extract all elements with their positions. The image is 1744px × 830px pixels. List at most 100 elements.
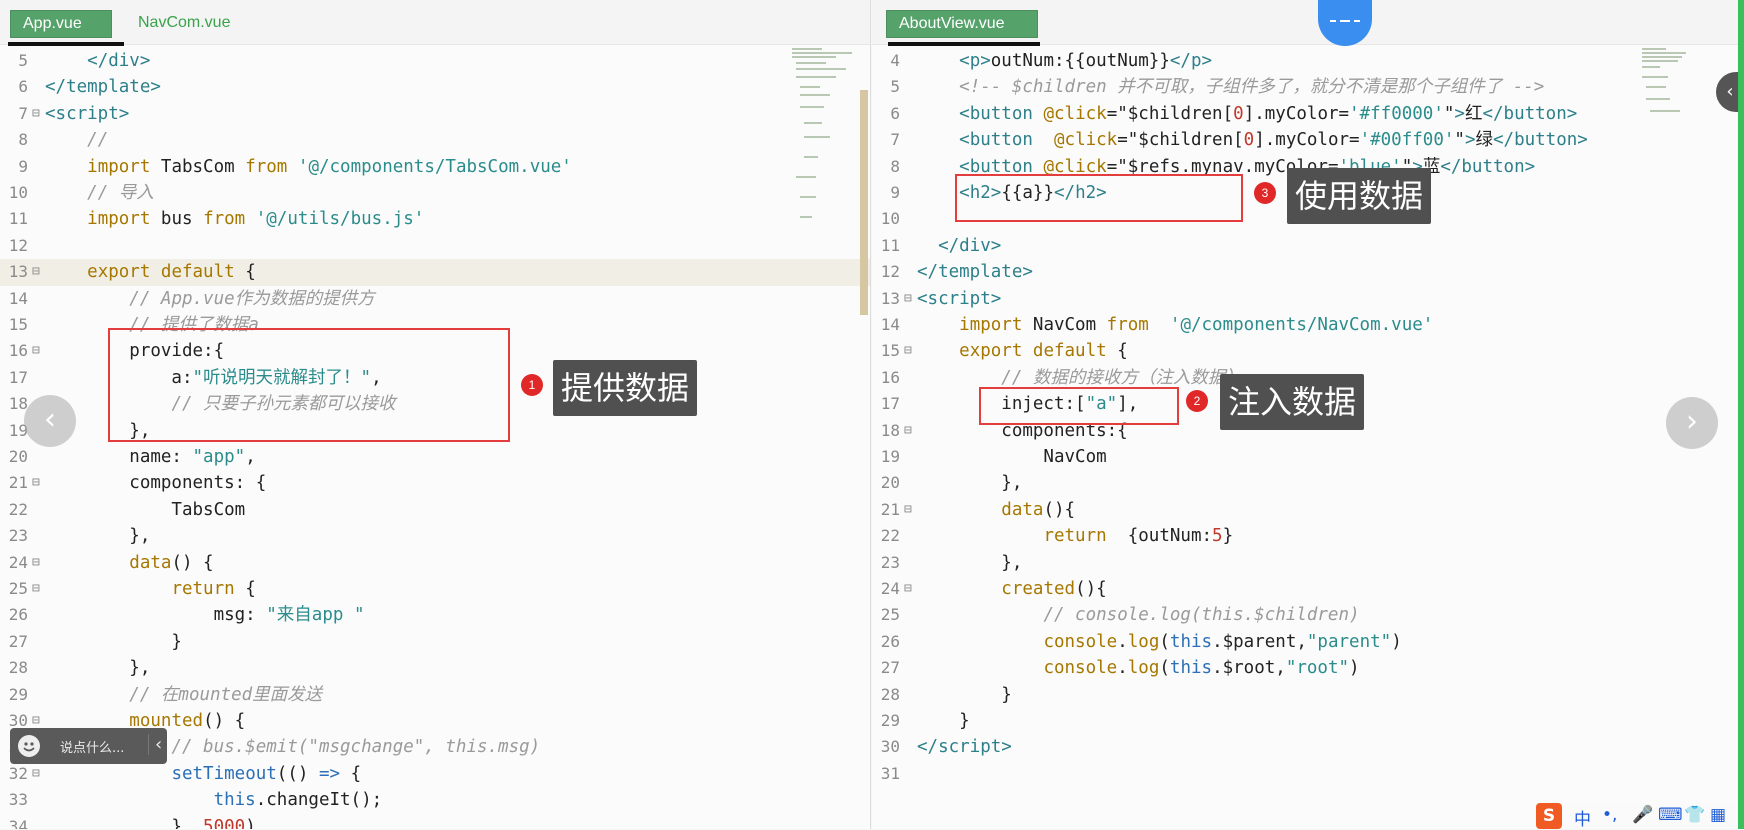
code-line[interactable]: 4 <p>outNum:{{outNum}}</p> <box>872 48 1744 74</box>
code-line[interactable]: 33 this.changeIt(); <box>0 787 870 813</box>
code-line[interactable]: 34 }, 5000) <box>0 814 870 829</box>
comment-bar[interactable]: 说点什么... ‹ <box>10 728 167 764</box>
left-scrollbar[interactable] <box>860 90 868 315</box>
use-highlight-box <box>955 174 1243 222</box>
line-number: 17 <box>880 394 900 414</box>
fold-icon[interactable]: ⊟ <box>904 418 912 444</box>
punctuation-icon[interactable]: •, <box>1602 805 1617 825</box>
code-line[interactable]: 28 } <box>872 682 1744 708</box>
code-line[interactable]: 32 ⊟ setTimeout(() => { <box>0 761 870 787</box>
right-minimap[interactable] <box>1642 46 1716 346</box>
line-number: 11 <box>880 235 900 255</box>
code-line[interactable]: 21 ⊟ data(){ <box>872 497 1744 523</box>
line-number: 17 <box>8 367 28 387</box>
code-line[interactable]: 28 }, <box>0 655 870 681</box>
code-line[interactable]: 20 name: "app", <box>0 444 870 470</box>
code-line[interactable]: 6 <button @click="$children[0].myColor='… <box>872 101 1744 127</box>
code-line[interactable]: 20 }, <box>872 470 1744 496</box>
code-line[interactable]: 30 </script> <box>872 734 1744 760</box>
code-line[interactable]: 23 }, <box>872 550 1744 576</box>
line-number: 6 <box>890 103 900 123</box>
left-minimap[interactable] <box>792 46 866 346</box>
line-number: 33 <box>8 790 28 810</box>
line-number: 26 <box>880 631 900 651</box>
fold-icon[interactable]: ⊟ <box>904 286 912 312</box>
comment-input[interactable]: 说点什么... <box>60 737 124 756</box>
code-text: // 导入 <box>87 183 154 203</box>
code-line[interactable]: 26 console.log(this.$parent,"parent") <box>872 629 1744 655</box>
code-line[interactable]: 14 import NavCom from '@/components/NavC… <box>872 312 1744 338</box>
code-line[interactable]: 27 } <box>0 629 870 655</box>
code-line[interactable]: 31 <box>872 761 1744 787</box>
code-line[interactable]: 24 ⊟ data() { <box>0 550 870 576</box>
right-code-area[interactable]: 4 <p>outNum:{{outNum}}</p> 5 <!-- $childr… <box>872 48 1744 829</box>
fold-icon[interactable]: ⊟ <box>32 259 40 285</box>
code-line[interactable]: 19 NavCom <box>872 444 1744 470</box>
tab-navcom-vue[interactable]: NavCom.vue <box>126 10 242 36</box>
ime-language-toggle[interactable]: 中 <box>1574 805 1591 830</box>
sogou-logo-icon[interactable]: S <box>1536 803 1562 829</box>
code-line[interactable]: 29 // 在mounted里面发送 <box>0 682 870 708</box>
code-text: </script> <box>917 737 1012 758</box>
line-number: 34 <box>8 816 28 829</box>
line-number: 23 <box>880 552 900 572</box>
emoji-icon[interactable] <box>18 735 40 757</box>
code-text: </div> <box>938 235 1002 256</box>
tab-app-vue[interactable]: App.vue <box>10 10 112 38</box>
collapse-comment-button[interactable]: ‹ <box>148 734 162 755</box>
code-line[interactable]: 6 </template> <box>0 74 870 100</box>
fold-icon[interactable]: ⊟ <box>32 550 40 576</box>
code-line[interactable]: 12 </template> <box>872 259 1744 285</box>
fold-icon[interactable]: ⊟ <box>32 576 40 602</box>
fold-icon[interactable]: ⊟ <box>904 338 912 364</box>
line-number: 4 <box>890 51 900 70</box>
code-line[interactable]: 14 // App.vue作为数据的提供方 <box>0 286 870 312</box>
code-line[interactable]: 9 import TabsCom from '@/components/Tabs… <box>0 154 870 180</box>
code-text: </div> <box>87 51 151 71</box>
fold-icon[interactable]: ⊟ <box>32 338 40 364</box>
code-line[interactable]: 13 ⊟ <script> <box>872 286 1744 312</box>
code-line[interactable]: 25 ⊟ return { <box>0 576 870 602</box>
next-slide-button[interactable]: › <box>1666 397 1718 449</box>
line-number: 6 <box>18 77 28 97</box>
line-number: 13 <box>880 288 900 308</box>
keyboard-icon[interactable]: ⌨ <box>1658 805 1683 825</box>
microphone-icon[interactable]: 🎤 <box>1632 805 1653 825</box>
code-line[interactable]: 22 TabsCom <box>0 497 870 523</box>
code-line[interactable]: 13 ⊟ export default { <box>0 259 870 286</box>
active-tab-underline <box>8 42 124 46</box>
code-line[interactable]: 11 import bus from '@/utils/bus.js' <box>0 206 870 232</box>
fold-icon[interactable]: ⊟ <box>32 101 40 127</box>
code-line[interactable]: 7 ⊟ <script> <box>0 101 870 127</box>
toolbox-icon[interactable]: ▦ <box>1710 805 1726 825</box>
code-line[interactable]: 12 <box>0 233 870 259</box>
fold-icon[interactable]: ⊟ <box>904 576 912 602</box>
tab-aboutview-vue[interactable]: AboutView.vue <box>886 10 1038 38</box>
code-line[interactable]: 21 ⊟ components: { <box>0 470 870 496</box>
code-line[interactable]: 23 }, <box>0 523 870 549</box>
code-line[interactable]: 26 msg: "来自app " <box>0 602 870 628</box>
prev-slide-button[interactable]: ‹ <box>24 395 76 447</box>
fold-icon[interactable]: ⊟ <box>904 497 912 523</box>
code-line[interactable]: 11 </div> <box>872 233 1744 259</box>
code-line[interactable]: 10 // 导入 <box>0 180 870 206</box>
line-number: 11 <box>8 209 28 229</box>
line-number: 7 <box>18 103 28 123</box>
fold-icon[interactable]: ⊟ <box>32 470 40 496</box>
code-text: NavCom <box>917 447 1107 467</box>
code-line[interactable]: 27 console.log(this.$root,"root") <box>872 655 1744 681</box>
code-line[interactable]: 8 // <box>0 127 870 153</box>
code-line[interactable]: 22 return {outNum:5} <box>872 523 1744 549</box>
code-text: </template> <box>917 262 1033 283</box>
code-line[interactable]: 29 } <box>872 708 1744 734</box>
fold-icon[interactable]: ⊟ <box>32 761 40 787</box>
code-line[interactable]: 7 <button @click="$children[0].myColor='… <box>872 127 1744 153</box>
line-number: 28 <box>880 684 900 704</box>
code-line[interactable]: 5 <!-- $children 并不可取，子组件多了，就分不清是那个子组件了 … <box>872 74 1744 100</box>
code-line[interactable]: 25 // console.log(this.$children) <box>872 602 1744 628</box>
line-number: 20 <box>880 473 900 493</box>
skin-icon[interactable]: 👕 <box>1684 805 1705 825</box>
code-line[interactable]: 24 ⊟ created(){ <box>872 576 1744 602</box>
code-line[interactable]: 15 ⊟ export default { <box>872 338 1744 364</box>
code-line[interactable]: 5 </div> <box>0 48 870 74</box>
